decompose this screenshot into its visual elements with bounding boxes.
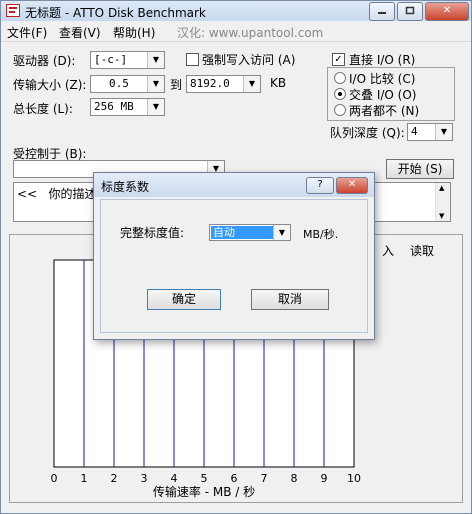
x-tick-label: 7	[261, 472, 268, 485]
maximize-button[interactable]	[397, 2, 423, 21]
close-button[interactable]: ✕	[425, 2, 469, 21]
to-label: 到	[170, 78, 183, 92]
scale-value: 自动	[211, 226, 276, 239]
force-write-checkbox[interactable]	[186, 53, 199, 66]
x-tick-label: 1	[81, 472, 88, 485]
drive-select[interactable]: [-c-] ▼	[90, 51, 165, 69]
scale-value-select[interactable]: 自动 ▼	[209, 224, 291, 241]
title-bar: 无标题 - ATTO Disk Benchmark ✕	[1, 1, 471, 21]
x-tick-labels: 0 1 2 3 4 5 6 7 8 9 10	[51, 472, 362, 485]
legend-write-partial: 入	[382, 244, 394, 258]
dialog-close-button[interactable]: ✕	[336, 177, 368, 194]
cancel-button[interactable]: 取消	[251, 289, 329, 310]
chevron-down-icon: ▼	[243, 76, 260, 92]
total-length-select[interactable]: 256 MB ▼	[90, 98, 165, 116]
drive-label: 驱动器 (D):	[13, 54, 76, 68]
transfer-from-select[interactable]: 0.5 ▼	[90, 75, 165, 93]
chevron-down-icon: ▼	[147, 99, 164, 115]
queue-depth-label: 队列深度 (Q):	[330, 126, 405, 140]
legend-read: 读取	[410, 244, 434, 258]
close-icon: ✕	[442, 5, 452, 16]
window-title: 无标题 - ATTO Disk Benchmark	[25, 6, 206, 20]
io-compare-radio[interactable]	[334, 72, 346, 84]
total-length-label: 总长度 (L):	[13, 102, 73, 116]
direct-io-label: 直接 I/O (R)	[349, 53, 416, 67]
x-tick-label: 3	[141, 472, 148, 485]
queue-depth-value: 4	[411, 125, 418, 138]
scroll-down-icon: ▼	[439, 212, 445, 220]
queue-depth-select[interactable]: 4 ▼	[407, 123, 453, 141]
x-tick-label: 9	[321, 472, 328, 485]
kb-label: KB	[270, 76, 287, 90]
io-compare-label: I/O 比较 (C)	[349, 72, 416, 86]
app-icon	[6, 4, 20, 17]
x-tick-label: 2	[111, 472, 118, 485]
dialog-title-bar: 标度系数 ? ✕	[94, 173, 374, 197]
menu-credit: 汉化: www.upantool.com	[177, 26, 324, 40]
transfer-size-label: 传输大小 (Z):	[13, 78, 87, 92]
transfer-to-select[interactable]: 8192.0 ▼	[186, 75, 261, 93]
scroll-up-icon: ▲	[439, 184, 445, 192]
neither-label: 两者都不 (N)	[349, 104, 420, 118]
chevron-down-icon: ▼	[273, 225, 290, 240]
menu-help[interactable]: 帮助(H)	[113, 24, 155, 41]
force-write-label: 强制写入访问 (A)	[202, 53, 296, 67]
maximize-icon	[405, 6, 415, 15]
menu-view[interactable]: 查看(V)	[59, 24, 101, 41]
unit-label: MB/秒.	[303, 228, 339, 241]
dialog-body: 完整标度值: 自动 ▼ MB/秒. 确定 取消	[100, 199, 368, 333]
menu-file[interactable]: 文件(F)	[7, 24, 47, 41]
drive-value: [-c-]	[94, 53, 128, 66]
x-axis-label: 传输速率 - MB / 秒	[153, 484, 255, 499]
overlapped-io-label: 交叠 I/O (O)	[349, 88, 417, 102]
total-length-value: 256 MB	[94, 100, 134, 113]
description-text: << 你的描述	[17, 187, 97, 201]
x-tick-label: 6	[231, 472, 238, 485]
x-tick-label: 4	[171, 472, 178, 485]
description-scrollbar[interactable]: ▲ ▼	[435, 183, 450, 221]
help-icon: ?	[317, 179, 323, 190]
close-icon: ✕	[347, 179, 357, 190]
transfer-to-value: 8192.0	[190, 77, 230, 90]
minimize-button[interactable]	[369, 2, 395, 21]
overlapped-io-radio[interactable]	[334, 88, 346, 100]
chevron-down-icon: ▼	[435, 124, 452, 140]
chevron-down-icon: ▼	[147, 52, 164, 68]
x-tick-label: 8	[291, 472, 298, 485]
neither-radio[interactable]	[334, 104, 346, 116]
x-tick-label: 0	[51, 472, 58, 485]
transfer-from-value: 0.5	[109, 77, 129, 90]
x-tick-label: 5	[201, 472, 208, 485]
dialog-help-button[interactable]: ?	[306, 177, 334, 194]
chevron-down-icon: ▼	[147, 76, 164, 92]
ok-button[interactable]: 确定	[147, 289, 221, 310]
x-tick-label: 10	[347, 472, 361, 485]
dialog-title: 标度系数	[101, 180, 150, 194]
minimize-icon	[378, 12, 386, 14]
direct-io-checkbox[interactable]: ✓	[332, 53, 345, 66]
scale-label: 完整标度值:	[120, 226, 185, 240]
start-button[interactable]: 开始 (S)	[386, 159, 454, 179]
menu-bar: 文件(F) 查看(V) 帮助(H) 汉化: www.upantool.com	[1, 22, 471, 42]
scale-factor-dialog: 标度系数 ? ✕ 完整标度值: 自动 ▼ MB/秒. 确定 取消	[93, 172, 375, 340]
